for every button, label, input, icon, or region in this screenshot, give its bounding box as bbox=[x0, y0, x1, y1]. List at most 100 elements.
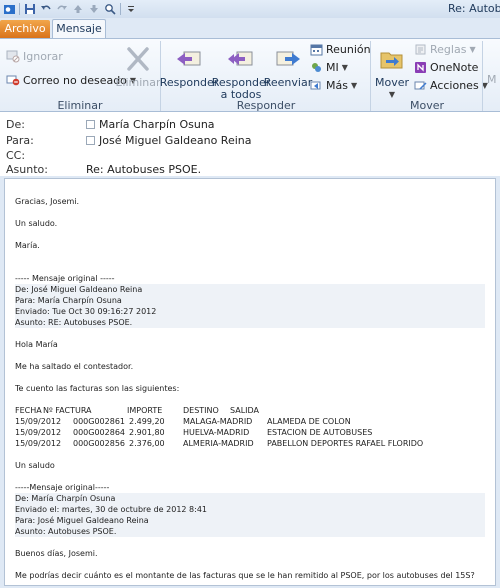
title-bar: Re: Autob bbox=[0, 0, 500, 18]
table-cell: ALMERIA-MADRID bbox=[183, 439, 254, 448]
chevron-down-icon: ▼ bbox=[469, 45, 476, 54]
more-label: Más bbox=[326, 79, 348, 92]
subject-row: Asunto: Re: Autobuses PSOE. bbox=[6, 163, 496, 177]
actions-icon bbox=[414, 79, 427, 92]
actions-button[interactable]: Acciones ▼ bbox=[414, 79, 488, 92]
table-cell: 2.901,80 bbox=[129, 428, 165, 437]
group-label-eliminar: Eliminar bbox=[57, 99, 103, 112]
forward-label: Reenviar bbox=[263, 76, 313, 89]
to-row: Para: José Miguel Galdeano Reina bbox=[6, 134, 496, 148]
ribbon-overflow-label[interactable]: M bbox=[487, 73, 497, 86]
body-line: Me podrías decir cuánto es el montante d… bbox=[15, 571, 475, 580]
ribbon: Ignorar Correo no deseado ▼ Eliminar Eli… bbox=[0, 38, 500, 112]
reply-button[interactable]: Responder bbox=[160, 45, 218, 89]
table-cell: ALAMEDA DE COLON bbox=[267, 417, 351, 426]
table-cell: 15/09/2012 bbox=[15, 428, 62, 437]
redo-icon[interactable] bbox=[55, 2, 69, 16]
message-body[interactable]: Gracias, Josemi. Un saludo. María. -----… bbox=[4, 178, 496, 586]
from-value[interactable]: María Charpín Osuna bbox=[86, 118, 215, 131]
quoted-from: De: María Charpín Osuna bbox=[15, 493, 485, 504]
table-header-cell: DESTINO bbox=[183, 406, 219, 415]
table-header-cell: IMPORTE bbox=[127, 406, 163, 415]
table-cell: 15/09/2012 bbox=[15, 439, 62, 448]
move-button[interactable]: Mover ▼ bbox=[374, 45, 410, 101]
more-button[interactable]: Más ▼ bbox=[310, 79, 357, 92]
toolbar-divider bbox=[19, 3, 20, 15]
invoice-table-header: FECHA Nº FACTURA IMPORTE DESTINO SALIDA bbox=[15, 405, 485, 416]
table-cell: HUELVA-MADRID bbox=[183, 428, 250, 437]
table-cell: 15/09/2012 bbox=[15, 417, 62, 426]
to-value[interactable]: José Miguel Galdeano Reina bbox=[86, 134, 252, 147]
contact-checkbox-icon bbox=[86, 120, 95, 129]
from-row: De: María Charpín Osuna bbox=[6, 118, 496, 132]
group-divider bbox=[482, 41, 483, 111]
table-row: 15/09/2012 000G002864 2.901,80 HUELVA-MA… bbox=[15, 427, 485, 438]
table-cell: 2.499,20 bbox=[129, 417, 165, 426]
to-label: Para: bbox=[6, 134, 34, 147]
body-line: Un saludo. bbox=[15, 219, 58, 228]
group-label-responder: Responder bbox=[236, 99, 296, 112]
chevron-down-icon: ▼ bbox=[341, 63, 348, 72]
reply-label: Responder bbox=[159, 76, 219, 89]
save-icon[interactable] bbox=[23, 2, 37, 16]
delete-button[interactable]: Eliminar bbox=[115, 45, 161, 89]
delete-x-icon bbox=[124, 45, 152, 73]
onenote-label: OneNote bbox=[430, 61, 479, 74]
onenote-button[interactable]: OneNote bbox=[414, 61, 478, 74]
tab-message[interactable]: Mensaje bbox=[52, 19, 106, 38]
table-cell: 000G002861 bbox=[73, 417, 126, 426]
rules-label: Reglas bbox=[430, 43, 467, 56]
table-header-cell: Nº FACTURA bbox=[43, 406, 92, 415]
message-header: De: María Charpín Osuna Para: José Migue… bbox=[0, 112, 500, 176]
subject-label: Asunto: bbox=[6, 163, 48, 176]
move-label: Mover bbox=[374, 76, 410, 89]
ignore-button[interactable]: Ignorar bbox=[6, 49, 63, 63]
im-label: MI bbox=[326, 61, 339, 74]
undo-icon[interactable] bbox=[39, 2, 53, 16]
quoted-sent: Enviado: Tue Oct 30 09:16:27 2012 bbox=[15, 306, 485, 317]
im-icon bbox=[310, 61, 323, 74]
body-line: Buenos días, Josemi. bbox=[15, 549, 98, 558]
ignore-icon bbox=[6, 49, 20, 63]
table-cell: 000G002864 bbox=[73, 428, 126, 437]
customize-icon[interactable] bbox=[124, 2, 138, 16]
down-arrow-icon[interactable] bbox=[87, 2, 101, 16]
im-button[interactable]: MI ▼ bbox=[310, 61, 348, 74]
original-message-header: ----- Mensaje original ----- bbox=[15, 274, 115, 283]
body-line: Me ha saltado el contestador. bbox=[15, 362, 134, 371]
chevron-down-icon: ▼ bbox=[350, 81, 358, 90]
original-message-header: -----Mensaje original----- bbox=[15, 483, 110, 492]
junk-label: Correo no deseado bbox=[23, 73, 127, 87]
quoted-from: De: José Miguel Galdeano Reina bbox=[15, 284, 485, 295]
delete-label: Eliminar bbox=[115, 76, 161, 89]
table-cell: PABELLON DEPORTES RAFAEL FLORIDO bbox=[267, 439, 424, 448]
rules-button[interactable]: Reglas ▼ bbox=[414, 43, 476, 56]
quick-access-toolbar bbox=[2, 2, 138, 16]
forward-button[interactable]: Reenviar bbox=[264, 45, 312, 89]
rules-icon bbox=[414, 43, 427, 56]
body-line: Gracias, Josemi. bbox=[15, 197, 80, 206]
reply-all-icon bbox=[227, 45, 255, 73]
table-header-cell: FECHA bbox=[15, 406, 42, 415]
more-icon bbox=[310, 79, 323, 92]
zoom-icon[interactable] bbox=[103, 2, 117, 16]
toolbar-divider bbox=[120, 3, 121, 15]
quoted-subject: Asunto: Autobuses PSOE. bbox=[15, 526, 485, 537]
tab-file[interactable]: Archivo bbox=[0, 20, 50, 38]
forward-icon bbox=[274, 45, 302, 73]
meeting-button[interactable]: Reunión bbox=[310, 43, 371, 56]
from-label: De: bbox=[6, 118, 25, 131]
subject-value: Re: Autobuses PSOE. bbox=[86, 163, 202, 176]
calendar-icon bbox=[310, 43, 323, 56]
body-line: Hola María bbox=[15, 340, 58, 349]
up-arrow-icon[interactable] bbox=[71, 2, 85, 16]
folder-move-icon bbox=[378, 45, 406, 73]
table-cell: 2.376,00 bbox=[129, 439, 165, 448]
body-line: Un saludo bbox=[15, 461, 55, 470]
ribbon-tabs: Archivo Mensaje bbox=[0, 18, 500, 38]
meeting-label: Reunión bbox=[326, 43, 371, 56]
reply-all-button[interactable]: Responder a todos bbox=[212, 45, 270, 101]
table-header-cell: SALIDA bbox=[230, 406, 260, 415]
junk-mail-icon bbox=[6, 73, 20, 87]
outlook-icon[interactable] bbox=[2, 2, 16, 16]
